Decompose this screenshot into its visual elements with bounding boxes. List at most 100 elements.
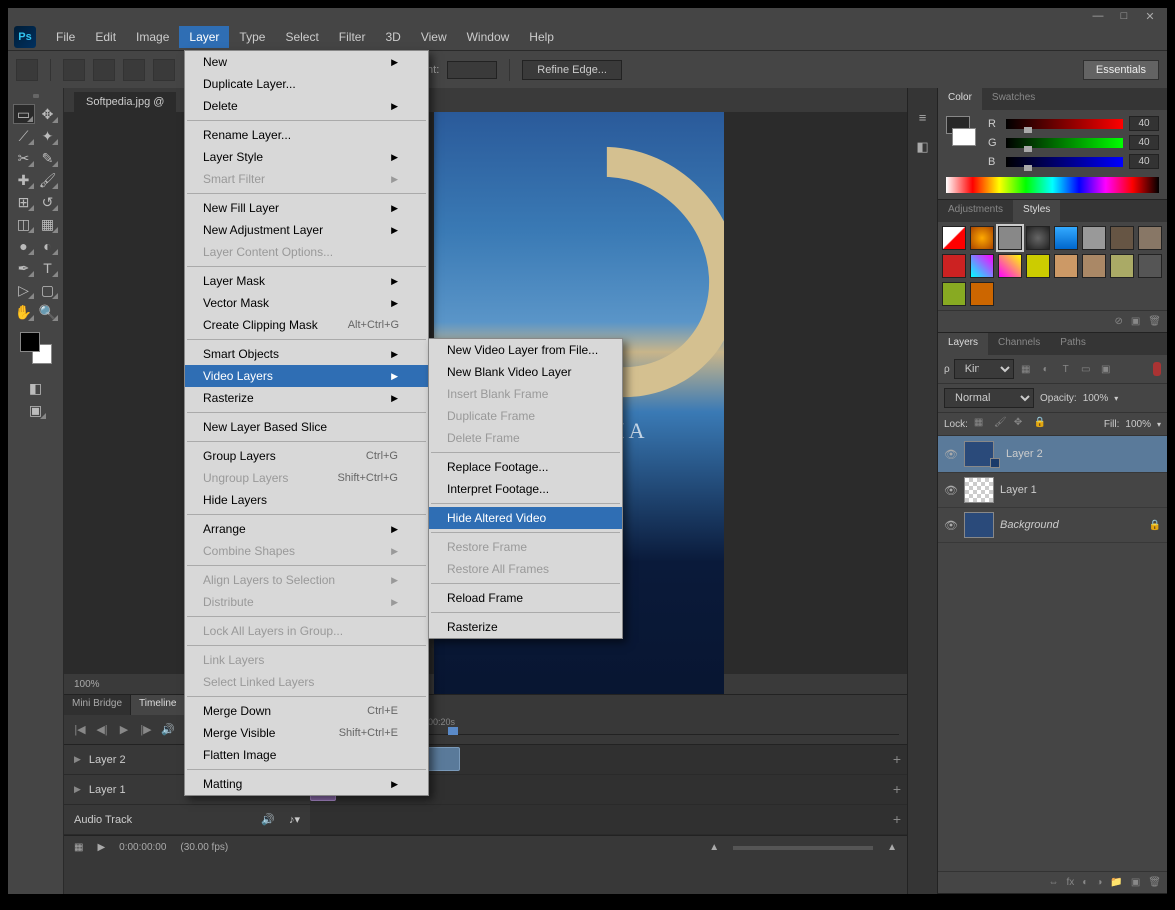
maximize-button[interactable]: □ <box>1111 8 1137 24</box>
document-tab[interactable]: Softpedia.jpg @ <box>74 92 176 112</box>
menu-item-new[interactable]: New▶ <box>185 51 428 73</box>
brush-tool[interactable]: 🖌 <box>37 170 59 190</box>
marquee-tool[interactable]: ▭ <box>13 104 35 124</box>
layer-thumbnail[interactable] <box>964 477 994 503</box>
gradient-tool[interactable]: ▦ <box>37 214 59 234</box>
layer-visibility-toggle[interactable]: 👁 <box>944 519 958 532</box>
layer-kind-filter[interactable]: Kind <box>954 359 1014 379</box>
style-swatch[interactable] <box>1110 254 1134 278</box>
current-tool-icon[interactable] <box>16 59 38 81</box>
g-slider[interactable] <box>1006 138 1123 148</box>
eyedropper-tool[interactable]: ✎ <box>37 148 59 168</box>
dodge-tool[interactable]: ◐ <box>37 236 59 256</box>
new-style-icon[interactable]: ▣ <box>1131 316 1140 327</box>
menu-item-reload-frame[interactable]: Reload Frame <box>429 587 622 609</box>
tab-timeline[interactable]: Timeline <box>131 695 185 715</box>
opacity-value[interactable]: 100% <box>1083 393 1109 404</box>
frames-icon[interactable]: ▦ <box>74 842 83 853</box>
style-swatch[interactable] <box>970 226 994 250</box>
b-value[interactable] <box>1129 154 1159 169</box>
style-swatch[interactable] <box>1054 254 1078 278</box>
layer-name[interactable]: Background <box>1000 519 1059 531</box>
menu-item-flatten-image[interactable]: Flatten Image <box>185 744 428 766</box>
style-swatch[interactable] <box>1110 226 1134 250</box>
properties-panel-icon[interactable]: ◧ <box>914 138 932 156</box>
style-swatch[interactable] <box>1026 226 1050 250</box>
menu-view[interactable]: View <box>411 26 457 48</box>
shape-tool[interactable]: ▢ <box>37 280 59 300</box>
selection-mode-intersect[interactable] <box>153 59 175 81</box>
track-body[interactable]: + <box>310 805 907 834</box>
workspace-essentials-button[interactable]: Essentials <box>1083 60 1159 80</box>
history-panel-icon[interactable]: ≡ <box>914 108 932 126</box>
goto-first-frame-button[interactable]: |◀ <box>72 722 88 738</box>
color-swatches[interactable] <box>20 332 52 364</box>
style-swatch[interactable] <box>1138 254 1162 278</box>
zoom-tool[interactable]: 🔍 <box>37 302 59 322</box>
new-layer-icon[interactable]: ▣ <box>1131 877 1140 888</box>
playhead[interactable] <box>448 727 458 735</box>
menu-item-delete[interactable]: Delete▶ <box>185 95 428 117</box>
zoom-out-icon[interactable]: ▲ <box>709 842 719 853</box>
menu-item-group-layers[interactable]: Group LayersCtrl+G <box>185 445 428 467</box>
no-style-icon[interactable]: ⊘ <box>1114 316 1122 327</box>
menu-item-new-video-layer-from-file[interactable]: New Video Layer from File... <box>429 339 622 361</box>
track-header[interactable]: Audio Track🔊♪▾ <box>64 805 310 834</box>
tab-channels[interactable]: Channels <box>988 333 1050 355</box>
tab-color[interactable]: Color <box>938 88 982 110</box>
timeline-zoom-slider[interactable] <box>733 846 873 850</box>
menu-item-duplicate-layer[interactable]: Duplicate Layer... <box>185 73 428 95</box>
menu-layer[interactable]: Layer <box>179 26 229 48</box>
zoom-in-icon[interactable]: ▲ <box>887 842 897 853</box>
style-none[interactable] <box>942 226 966 250</box>
style-swatch[interactable] <box>1026 254 1050 278</box>
tab-adjustments[interactable]: Adjustments <box>938 200 1013 222</box>
history-brush-tool[interactable]: ↺ <box>37 192 59 212</box>
menu-item-new-blank-video-layer[interactable]: New Blank Video Layer <box>429 361 622 383</box>
layer-name[interactable]: Layer 1 <box>1000 484 1037 496</box>
menu-item-smart-objects[interactable]: Smart Objects▶ <box>185 343 428 365</box>
blur-tool[interactable]: ● <box>13 236 35 256</box>
selection-mode-add[interactable] <box>93 59 115 81</box>
quick-mask-toggle[interactable]: ◧ <box>25 378 47 398</box>
tab-layers[interactable]: Layers <box>938 333 988 355</box>
b-slider[interactable] <box>1006 157 1123 167</box>
magic-wand-tool[interactable]: ✦ <box>37 126 59 146</box>
menu-item-hide-layers[interactable]: Hide Layers <box>185 489 428 511</box>
stamp-tool[interactable]: ⊞ <box>13 192 35 212</box>
play-button[interactable]: ▶ <box>116 722 132 738</box>
filter-type-icon[interactable]: T <box>1058 362 1074 376</box>
style-swatch[interactable] <box>1054 226 1078 250</box>
crop-tool[interactable]: ✂ <box>13 148 35 168</box>
r-slider[interactable] <box>1006 119 1123 129</box>
pen-tool[interactable]: ✒ <box>13 258 35 278</box>
lock-position-icon[interactable]: ✥ <box>1014 417 1028 431</box>
menu-item-video-layers[interactable]: Video Layers▶ <box>185 365 428 387</box>
layer-row[interactable]: 👁 Layer 1 <box>938 473 1167 508</box>
filter-adjust-icon[interactable]: ◐ <box>1038 362 1054 376</box>
menu-item-vector-mask[interactable]: Vector Mask▶ <box>185 292 428 314</box>
add-clip-button[interactable]: + <box>893 811 901 827</box>
menu-item-matting[interactable]: Matting▶ <box>185 773 428 795</box>
filter-smart-icon[interactable]: ▣ <box>1098 362 1114 376</box>
menu-help[interactable]: Help <box>519 26 564 48</box>
layer-visibility-toggle[interactable]: 👁 <box>944 448 958 461</box>
layer-visibility-toggle[interactable]: 👁 <box>944 484 958 497</box>
style-swatch[interactable] <box>1082 226 1106 250</box>
eraser-tool[interactable]: ◫ <box>13 214 35 234</box>
refine-edge-button[interactable]: Refine Edge... <box>522 60 622 80</box>
delete-layer-icon[interactable]: 🗑 <box>1148 877 1161 888</box>
menu-edit[interactable]: Edit <box>85 26 126 48</box>
fill-value[interactable]: 100% <box>1125 419 1151 430</box>
tab-swatches[interactable]: Swatches <box>982 88 1045 110</box>
lasso-tool[interactable]: ⟋ <box>13 126 35 146</box>
screen-mode-toggle[interactable]: ▣ <box>25 400 47 420</box>
type-tool[interactable]: T <box>37 258 59 278</box>
selection-mode-subtract[interactable] <box>123 59 145 81</box>
menu-item-rasterize[interactable]: Rasterize▶ <box>185 387 428 409</box>
tab-styles[interactable]: Styles <box>1013 200 1060 222</box>
link-layers-icon[interactable]: ⇔ <box>1049 877 1059 888</box>
menu-item-merge-visible[interactable]: Merge VisibleShift+Ctrl+E <box>185 722 428 744</box>
lock-transparent-icon[interactable]: ▦ <box>974 417 988 431</box>
menu-image[interactable]: Image <box>126 26 179 48</box>
